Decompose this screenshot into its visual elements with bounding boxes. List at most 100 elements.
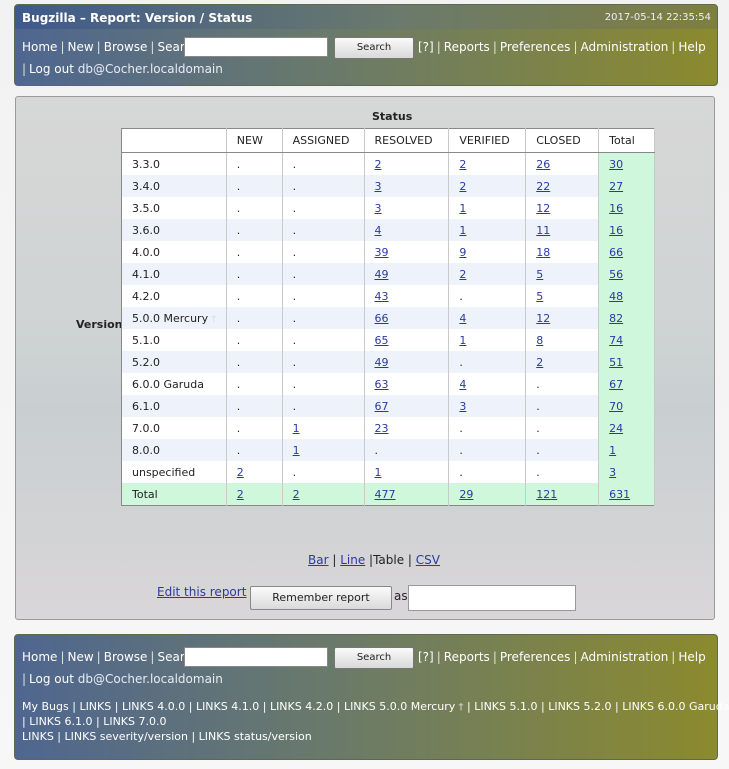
closed-count[interactable]: 12 bbox=[536, 312, 550, 325]
saved-search-link[interactable]: LINKS bbox=[79, 700, 111, 713]
verified-count[interactable]: 3 bbox=[459, 400, 466, 413]
total-count[interactable]: 51 bbox=[609, 356, 623, 369]
resolved-count[interactable]: 3 bbox=[375, 202, 382, 215]
nav-new-link[interactable]: New bbox=[67, 40, 93, 54]
closed-count[interactable]: 12 bbox=[536, 202, 550, 215]
closed-count[interactable]: 5 bbox=[536, 290, 543, 303]
footer-help-link[interactable]: Help bbox=[678, 650, 705, 664]
total-count[interactable]: 82 bbox=[609, 312, 623, 325]
column-header-new[interactable]: NEW bbox=[226, 128, 283, 153]
resolved-count[interactable]: 67 bbox=[375, 400, 389, 413]
verified-count[interactable]: 4 bbox=[459, 312, 466, 325]
saved-search-link[interactable]: LINKS 5.2.0 bbox=[548, 700, 611, 713]
saved-search-link[interactable]: LINKS 4.2.0 bbox=[270, 700, 333, 713]
quicksearch-help-link[interactable]: [?] bbox=[418, 40, 434, 54]
resolved-count[interactable]: 49 bbox=[375, 356, 389, 369]
saved-search-link[interactable]: LINKS bbox=[22, 730, 54, 743]
total-count[interactable]: 27 bbox=[609, 180, 623, 193]
nav-browse-link[interactable]: Browse bbox=[104, 40, 148, 54]
total-count[interactable]: 66 bbox=[609, 246, 623, 259]
closed-count[interactable]: 5 bbox=[536, 268, 543, 281]
total-count[interactable]: 1 bbox=[609, 444, 616, 457]
saved-search-link[interactable]: LINKS 6.0.0 Garuda bbox=[622, 700, 729, 713]
saved-search-link[interactable]: LINKS severity/version bbox=[65, 730, 188, 743]
total-count[interactable]: 24 bbox=[609, 422, 623, 435]
quicksearch-button[interactable]: Search bbox=[334, 37, 414, 59]
closed-count[interactable]: 8 bbox=[536, 334, 543, 347]
nav-administration-link[interactable]: Administration bbox=[580, 40, 668, 54]
column-header-resolved[interactable]: RESOLVED bbox=[364, 128, 450, 153]
closed-count[interactable]: 22 bbox=[536, 180, 550, 193]
saved-search-link[interactable]: LINKS 4.1.0 bbox=[196, 700, 259, 713]
total-count[interactable]: 67 bbox=[609, 378, 623, 391]
verified-count[interactable]: 1 bbox=[459, 202, 466, 215]
new-total-count[interactable]: 2 bbox=[237, 488, 244, 501]
saved-search-link[interactable]: LINKS 5.0.0 Mercury bbox=[344, 700, 455, 713]
footer-browse-link[interactable]: Browse bbox=[104, 650, 148, 664]
format-line-link[interactable]: Line bbox=[340, 553, 365, 567]
resolved-total-count[interactable]: 477 bbox=[375, 488, 396, 501]
resolved-count[interactable]: 66 bbox=[375, 312, 389, 325]
verified-count[interactable]: 4 bbox=[459, 378, 466, 391]
filter-icon[interactable]: † bbox=[208, 314, 216, 325]
total-count[interactable]: 70 bbox=[609, 400, 623, 413]
saved-search-link[interactable]: My Bugs bbox=[22, 700, 69, 713]
footer-logout-link[interactable]: Log out bbox=[29, 672, 74, 686]
assigned-count[interactable]: 1 bbox=[293, 422, 300, 435]
edit-report-link[interactable]: Edit this report bbox=[157, 585, 246, 599]
total-count[interactable]: 16 bbox=[609, 224, 623, 237]
saved-search-link[interactable]: LINKS 7.0.0 bbox=[103, 715, 166, 728]
verified-count[interactable]: 2 bbox=[459, 180, 466, 193]
verified-count[interactable]: 2 bbox=[459, 158, 466, 171]
resolved-count[interactable]: 2 bbox=[375, 158, 382, 171]
footer-quicksearch-help-link[interactable]: [?] bbox=[418, 650, 434, 664]
footer-quicksearch-button[interactable]: Search bbox=[334, 647, 414, 669]
resolved-count[interactable]: 65 bbox=[375, 334, 389, 347]
resolved-count[interactable]: 63 bbox=[375, 378, 389, 391]
verified-count[interactable]: 2 bbox=[459, 268, 466, 281]
new-count[interactable]: 2 bbox=[237, 466, 244, 479]
verified-count[interactable]: 1 bbox=[459, 334, 466, 347]
total-count[interactable]: 30 bbox=[609, 158, 623, 171]
verified-count[interactable]: 9 bbox=[459, 246, 466, 259]
resolved-count[interactable]: 39 bbox=[375, 246, 389, 259]
total-total-count[interactable]: 631 bbox=[609, 488, 630, 501]
total-count[interactable]: 74 bbox=[609, 334, 623, 347]
resolved-count[interactable]: 23 bbox=[375, 422, 389, 435]
assigned-count[interactable]: 1 bbox=[293, 444, 300, 457]
nav-help-link[interactable]: Help bbox=[678, 40, 705, 54]
nav-home-link[interactable]: Home bbox=[22, 40, 57, 54]
report-name-input[interactable] bbox=[408, 585, 576, 611]
resolved-count[interactable]: 3 bbox=[375, 180, 382, 193]
format-bar-link[interactable]: Bar bbox=[308, 553, 329, 567]
footer-preferences-link[interactable]: Preferences bbox=[500, 650, 571, 664]
closed-count[interactable]: 2 bbox=[536, 356, 543, 369]
footer-home-link[interactable]: Home bbox=[22, 650, 57, 664]
resolved-count[interactable]: 43 bbox=[375, 290, 389, 303]
format-csv-link[interactable]: CSV bbox=[416, 553, 440, 567]
footer-new-link[interactable]: New bbox=[67, 650, 93, 664]
total-count[interactable]: 56 bbox=[609, 268, 623, 281]
footer-reports-link[interactable]: Reports bbox=[444, 650, 490, 664]
column-header-verified[interactable]: VERIFIED bbox=[448, 128, 527, 153]
logout-link[interactable]: Log out bbox=[29, 62, 74, 76]
resolved-count[interactable]: 49 bbox=[375, 268, 389, 281]
quicksearch-input[interactable] bbox=[184, 37, 328, 57]
remember-report-button[interactable]: Remember report bbox=[250, 586, 392, 610]
saved-search-link[interactable]: LINKS 5.1.0 bbox=[474, 700, 537, 713]
closed-count[interactable]: 18 bbox=[536, 246, 550, 259]
closed-count[interactable]: 26 bbox=[536, 158, 550, 171]
column-header-closed[interactable]: CLOSED bbox=[525, 128, 600, 153]
footer-administration-link[interactable]: Administration bbox=[580, 650, 668, 664]
footer-quicksearch-input[interactable] bbox=[184, 647, 328, 667]
verified-total-count[interactable]: 29 bbox=[459, 488, 473, 501]
nav-reports-link[interactable]: Reports bbox=[444, 40, 490, 54]
closed-total-count[interactable]: 121 bbox=[536, 488, 557, 501]
closed-count[interactable]: 11 bbox=[536, 224, 550, 237]
total-count[interactable]: 3 bbox=[609, 466, 616, 479]
total-count[interactable]: 16 bbox=[609, 202, 623, 215]
saved-search-link[interactable]: LINKS 4.0.0 bbox=[122, 700, 185, 713]
resolved-count[interactable]: 1 bbox=[375, 466, 382, 479]
column-header-assigned[interactable]: ASSIGNED bbox=[282, 128, 365, 153]
saved-search-link[interactable]: LINKS status/version bbox=[199, 730, 312, 743]
